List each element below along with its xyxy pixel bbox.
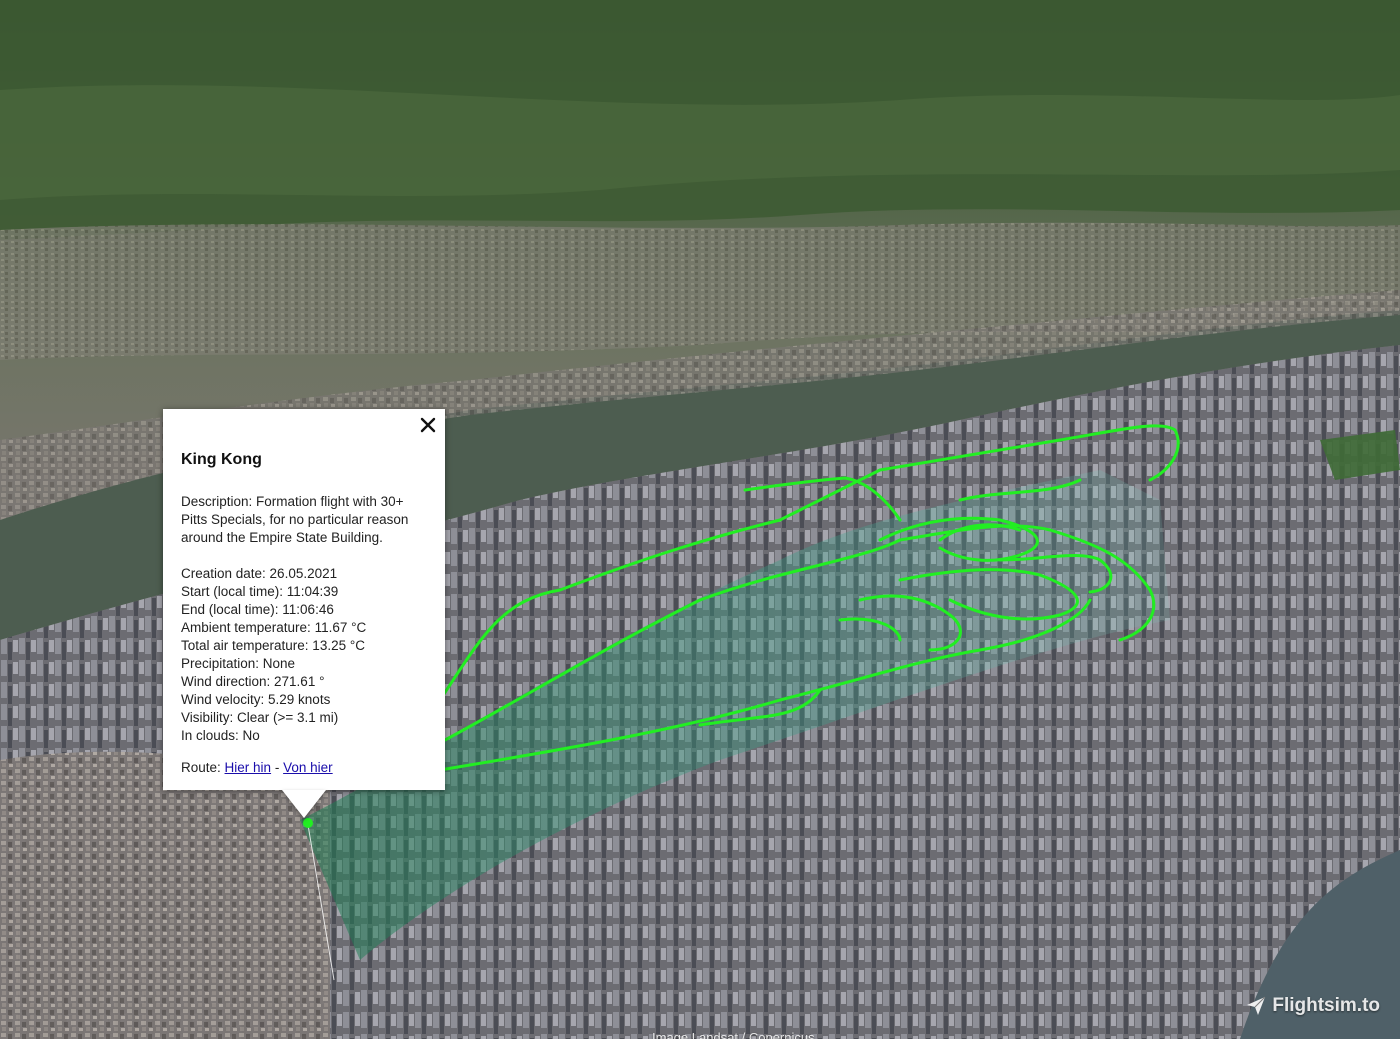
balloon-title: King Kong [181, 451, 262, 468]
fact-wind-direction: Wind direction: 271.61 ° [181, 674, 325, 689]
close-button[interactable] [417, 414, 439, 436]
paper-plane-icon [1247, 996, 1266, 1015]
balloon-pointer [282, 790, 326, 818]
route-from-link[interactable]: Von hier [283, 760, 333, 775]
route-row: Route: Hier hin - Von hier [181, 759, 427, 777]
close-icon[interactable] [417, 414, 439, 436]
route-separator: - [274, 760, 280, 775]
fact-ambient-temperature: Ambient temperature: 11.67 °C [181, 620, 367, 635]
fact-start-time: Start (local time): 11:04:39 [181, 584, 339, 599]
info-balloon: King Kong Description: Formation flight … [163, 409, 445, 790]
watermark-text: Flightsim.to [1272, 995, 1380, 1016]
map-viewport[interactable]: King Kong Description: Formation flight … [0, 0, 1400, 1039]
fact-total-air-temperature: Total air temperature: 13.25 °C [181, 638, 365, 653]
fact-in-clouds: In clouds: No [181, 728, 260, 743]
fact-creation-date: Creation date: 26.05.2021 [181, 566, 338, 581]
start-marker [303, 818, 313, 828]
fact-wind-velocity: Wind velocity: 5.29 knots [181, 692, 331, 707]
flightsim-watermark: Flightsim.to [1246, 995, 1380, 1017]
fact-visibility: Visibility: Clear (>= 3.1 mi) [181, 710, 339, 725]
imagery-attribution: Image Landsat / Copernicus [652, 1030, 815, 1039]
balloon-description: Description: Formation flight with 30+ P… [181, 494, 409, 545]
route-label: Route: [181, 760, 221, 775]
fact-precipitation: Precipitation: None [181, 656, 296, 671]
fact-end-time: End (local time): 11:06:46 [181, 602, 334, 617]
route-to-link[interactable]: Hier hin [225, 760, 272, 775]
balloon-facts: Creation date: 26.05.2021 Start (local t… [181, 565, 427, 745]
